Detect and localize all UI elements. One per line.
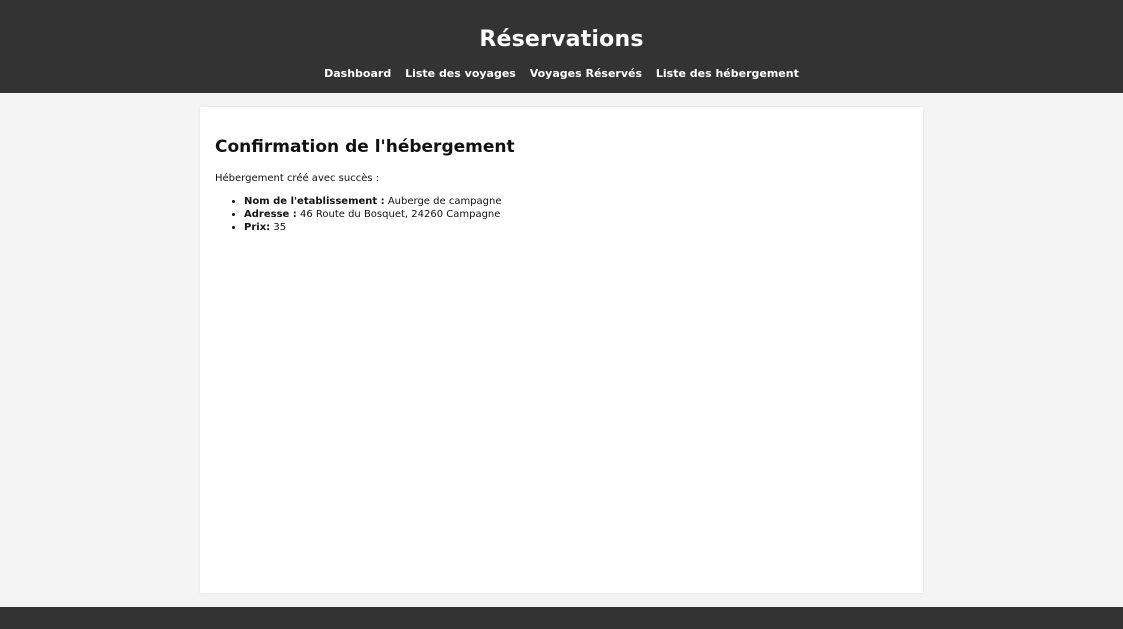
detail-label-price: Prix: (244, 222, 271, 233)
confirmation-card: Confirmation de l'hébergement Hébergemen… (200, 107, 923, 593)
detail-label-name: Nom de l'etablissement : (244, 196, 385, 207)
main-nav: Dashboard Liste des voyages Voyages Rése… (0, 67, 1123, 81)
card-inner: Confirmation de l'hébergement Hébergemen… (200, 107, 923, 234)
page-title: Confirmation de l'hébergement (215, 137, 515, 157)
nav-liste-des-hebergement[interactable]: Liste des hébergement (656, 67, 799, 80)
detail-value-name: Auberge de campagne (387, 196, 502, 207)
site-title: Réservations (479, 27, 644, 52)
nav-voyages-reserves[interactable]: Voyages Réservés (530, 67, 642, 80)
nav-dashboard[interactable]: Dashboard (324, 67, 391, 80)
detail-item-address: Adresse : 46 Route du Bosquet, 24260 Cam… (244, 208, 908, 221)
nav-liste-des-voyages[interactable]: Liste des voyages (405, 67, 516, 80)
detail-value-address: 46 Route du Bosquet, 24260 Campagne (299, 209, 501, 220)
site-footer (0, 607, 1123, 629)
detail-item-name: Nom de l'etablissement : Auberge de camp… (244, 195, 908, 208)
details-list: Nom de l'etablissement : Auberge de camp… (215, 195, 908, 234)
site-header: Réservations Dashboard Liste des voyages… (0, 0, 1123, 93)
detail-label-address: Adresse : (244, 209, 297, 220)
success-message: Hébergement créé avec succès : (215, 173, 380, 184)
detail-item-price: Prix: 35 (244, 221, 908, 234)
detail-value-price: 35 (273, 222, 287, 233)
